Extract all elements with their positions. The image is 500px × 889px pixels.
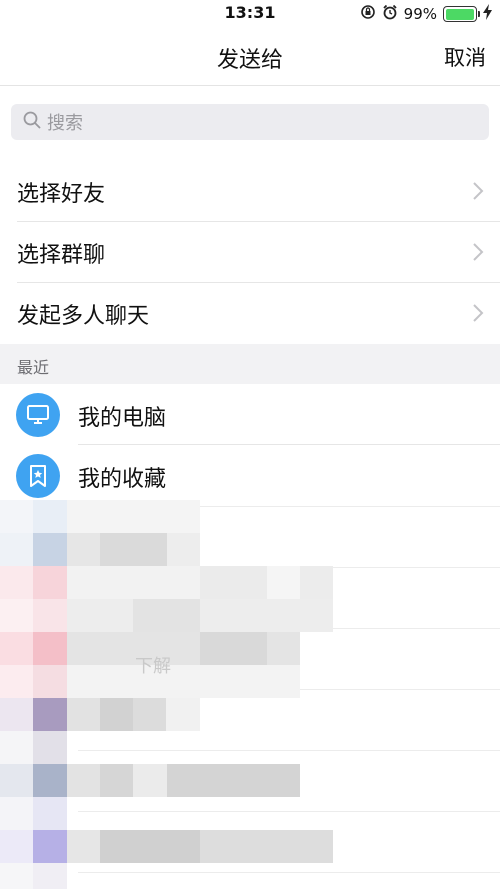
section-label: 最近 — [17, 358, 50, 377]
pixel-block — [167, 764, 300, 797]
battery-percent: 99% — [403, 5, 437, 23]
pixel-block — [0, 500, 33, 533]
pixel-block — [67, 764, 100, 797]
pixel-block — [33, 599, 67, 632]
pixel-block — [0, 632, 33, 665]
pixel-block — [0, 731, 33, 764]
pixel-block — [33, 863, 67, 889]
recent-item-my-computer[interactable]: 我的电脑 — [0, 384, 500, 445]
pixel-block — [67, 665, 300, 698]
search-input[interactable]: 搜索 — [11, 104, 489, 140]
computer-icon — [16, 393, 60, 437]
pixel-block — [67, 599, 333, 632]
battery-icon — [443, 6, 480, 22]
pixel-block — [33, 500, 67, 533]
section-header-recent: 最近 — [0, 344, 500, 384]
option-label: 发起多人聊天 — [17, 304, 150, 329]
option-select-friend[interactable]: 选择好友 — [0, 161, 500, 222]
pixel-block — [100, 698, 133, 731]
status-indicators: 99% — [360, 4, 492, 24]
blurred-divider — [78, 872, 500, 873]
blurred-divider — [78, 750, 500, 751]
pixel-block — [33, 830, 67, 863]
status-bar: 13:31 99% — [0, 0, 500, 28]
battery-fill — [445, 8, 475, 20]
pixel-block — [133, 764, 167, 797]
pixel-block — [67, 698, 100, 731]
pixel-block — [0, 797, 33, 830]
blurred-contacts-area: 下解 — [0, 500, 500, 889]
pixel-block — [100, 764, 133, 797]
pixel-block — [0, 764, 33, 797]
chevron-right-icon — [472, 242, 484, 266]
option-select-group[interactable]: 选择群聊 — [0, 222, 500, 283]
favorites-icon — [16, 454, 60, 498]
search-placeholder: 搜索 — [47, 113, 83, 134]
contact-name: 我的电脑 — [78, 406, 167, 431]
pixel-block — [133, 698, 166, 731]
nav-bar: 发送给 取消 — [0, 28, 500, 86]
pixel-block — [33, 731, 67, 764]
pixel-block — [67, 566, 200, 599]
pixel-block — [0, 830, 33, 863]
pixel-block — [0, 698, 33, 731]
pixel-block — [200, 830, 333, 863]
pixel-block — [67, 830, 100, 863]
recent-item-my-favorites[interactable]: 我的收藏 — [0, 445, 500, 506]
blurred-text-fragment: 下解 — [135, 656, 171, 677]
charging-icon — [483, 4, 492, 24]
pixel-block — [0, 599, 33, 632]
pixel-block — [200, 566, 267, 599]
alarm-icon — [382, 4, 398, 24]
pixel-block — [0, 863, 33, 889]
orientation-lock-icon — [360, 4, 376, 24]
pixel-block — [0, 533, 33, 566]
cancel-button[interactable]: 取消 — [444, 42, 486, 72]
pixel-block — [0, 665, 33, 698]
blurred-divider — [78, 811, 500, 812]
pixel-block — [33, 632, 67, 665]
option-start-group-chat[interactable]: 发起多人聊天 — [0, 283, 500, 344]
pixel-block — [200, 632, 267, 665]
pixel-block — [167, 533, 200, 566]
pixel-block — [133, 599, 200, 632]
pixel-block — [300, 566, 333, 599]
pixel-block — [33, 764, 67, 797]
search-icon — [23, 111, 41, 133]
pixel-block — [267, 566, 300, 599]
pixel-block — [33, 698, 67, 731]
pixel-block — [100, 533, 167, 566]
chevron-right-icon — [472, 303, 484, 327]
pixel-block — [67, 533, 100, 566]
contact-name: 我的收藏 — [78, 467, 167, 492]
pixel-block — [33, 665, 67, 698]
page-title: 发送给 — [216, 48, 283, 73]
option-label: 选择好友 — [17, 182, 106, 207]
pixel-block — [100, 830, 200, 863]
chevron-right-icon — [472, 181, 484, 205]
pixel-block — [166, 698, 200, 731]
pixel-block — [33, 533, 67, 566]
pixel-block — [33, 566, 67, 599]
option-label: 选择群聊 — [17, 243, 106, 268]
pixel-block — [67, 500, 200, 533]
pixel-block — [0, 566, 33, 599]
pixel-block — [33, 797, 67, 830]
